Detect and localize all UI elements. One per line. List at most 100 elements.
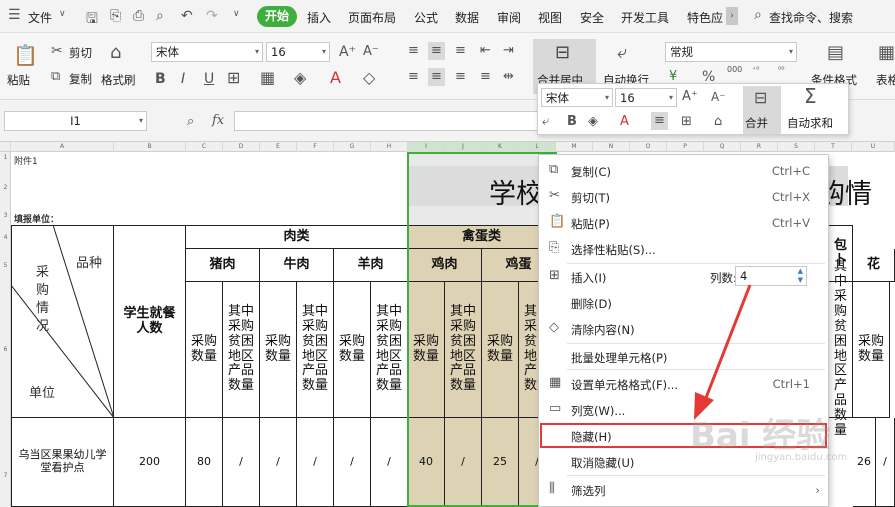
row-header[interactable]: 6 [0, 346, 11, 353]
thousands-icon[interactable]: 000 [727, 66, 742, 74]
poor-qty-header[interactable]: 其中采购贫困地区产品数量 [445, 282, 482, 418]
tabs-scroll-right-icon[interactable]: › [726, 7, 738, 25]
name-box[interactable]: I1 ▾ [4, 111, 147, 131]
col-header[interactable]: C [186, 142, 223, 152]
qty-header[interactable]: 采购数量 [186, 282, 223, 418]
chevron-down-icon[interactable]: ∨ [59, 9, 66, 19]
increase-font-icon[interactable]: A⁺ [339, 44, 356, 60]
search-command[interactable]: 查找命令、搜索 [769, 9, 853, 26]
row-header[interactable]: 2 [0, 184, 11, 191]
number-format-select[interactable]: 常规 ▾ [665, 42, 797, 62]
qty-header[interactable]: 采购数量 [853, 282, 890, 418]
tab-data[interactable]: 数据 [455, 9, 479, 26]
col-header[interactable]: A [11, 142, 114, 152]
cut-button[interactable]: 剪切 [69, 45, 92, 61]
col-header[interactable]: J [445, 142, 482, 152]
print-icon[interactable]: ⎙ [133, 8, 144, 24]
tab-home[interactable]: 开始 [257, 6, 297, 27]
col-header[interactable]: I [408, 142, 445, 152]
tab-review[interactable]: 审阅 [497, 9, 521, 26]
undo-icon[interactable]: ↶ [181, 8, 193, 24]
tab-features[interactable]: 特色应 [687, 9, 723, 26]
more-icon[interactable]: ∨ [233, 9, 240, 19]
right-qty-cell[interactable]: 26 [853, 418, 876, 507]
font-color-icon[interactable]: A [620, 114, 629, 130]
mini-bold-button[interactable]: B [567, 114, 577, 130]
file-menu[interactable]: 文件 [28, 9, 52, 26]
decrease-font-icon[interactable]: A⁻ [363, 44, 379, 60]
qty-header[interactable]: 采购数量 [260, 282, 297, 418]
col-header[interactable]: G [334, 142, 371, 152]
fx-button[interactable]: fx [212, 113, 224, 129]
col-header[interactable]: D [223, 142, 260, 152]
chicken-poor-cell[interactable]: / [445, 418, 482, 507]
students-value-cell[interactable]: 200 [114, 418, 186, 507]
font-name-select[interactable]: 宋体 ▾ [151, 42, 263, 62]
col-header[interactable]: O [630, 142, 667, 152]
align-bottom-icon[interactable]: ≡ [455, 43, 466, 59]
copy-icon[interactable]: ⧉ [51, 69, 60, 85]
menu-delete[interactable]: 删除(D) [539, 290, 828, 315]
egg-qty-cell[interactable]: 25 [482, 418, 519, 507]
redo-icon[interactable]: ↷ [206, 8, 218, 24]
save-icon[interactable]: 🖫 [86, 8, 98, 32]
row-header[interactable]: 3 [0, 212, 11, 219]
col-header[interactable]: Q [704, 142, 741, 152]
indent-decrease-icon[interactable]: ⇤ [480, 43, 491, 59]
qty-header[interactable]: 采购数量 [334, 282, 371, 418]
row-header[interactable]: 5 [0, 262, 11, 269]
pork-header[interactable]: 猪肉 [186, 249, 260, 282]
right-poor-cell[interactable]: / [876, 418, 895, 507]
menu-cut[interactable]: ✂ 剪切(T) Ctrl+X [539, 184, 828, 209]
students-header[interactable]: 学生就餐人数 [114, 225, 186, 418]
col-header[interactable]: N [593, 142, 630, 152]
italic-button[interactable]: I [181, 71, 185, 87]
poultry-header[interactable]: 禽蛋类 [408, 225, 556, 249]
tab-developer[interactable]: 开发工具 [621, 9, 669, 26]
format-icon[interactable]: ⎘ [110, 8, 121, 24]
poor-qty-header[interactable]: 其中采购贫困地区产品数量 [829, 259, 853, 438]
mutton-qty-cell[interactable]: / [334, 418, 371, 507]
align-left-icon[interactable]: ≡ [408, 69, 419, 85]
chicken-qty-cell[interactable]: 40 [408, 418, 445, 507]
col-header[interactable]: T [815, 142, 852, 152]
row-header[interactable]: 7 [0, 472, 11, 479]
menu-format-cells[interactable]: ▦ 设置单元格格式(F)... Ctrl+1 [539, 371, 828, 396]
row-header[interactable]: 4 [0, 234, 11, 241]
align-center-icon[interactable]: ≡ [651, 112, 668, 130]
col-header[interactable]: M [556, 142, 593, 152]
mini-font-select[interactable]: 宋体 ▾ [541, 88, 613, 107]
wrap-icon[interactable]: ⤶ [542, 114, 549, 130]
qty-header[interactable]: 采购数量 [482, 282, 519, 418]
underline-button[interactable]: U [204, 71, 214, 87]
col-header[interactable]: E [260, 142, 297, 152]
menu-clear-content[interactable]: ◇ 清除内容(N) [539, 316, 828, 341]
table-style-icon[interactable]: ▦ [878, 44, 895, 62]
tab-page-layout[interactable]: 页面布局 [348, 9, 396, 26]
font-color-icon[interactable]: A [330, 70, 341, 86]
beef-header[interactable]: 牛肉 [260, 249, 334, 282]
paste-button[interactable]: 粘贴 [7, 72, 30, 88]
chicken-header[interactable]: 鸡肉 [408, 249, 482, 282]
preview-icon[interactable]: ⌕ [156, 8, 164, 24]
beef-qty-cell[interactable]: / [260, 418, 297, 507]
col-header[interactable]: R [741, 142, 778, 152]
copy-button[interactable]: 复制 [69, 71, 92, 87]
col-header[interactable]: L [519, 142, 556, 152]
font-size-select[interactable]: 16 ▾ [266, 42, 330, 62]
meat-header[interactable]: 肉类 [186, 225, 408, 249]
spinner-icon[interactable]: ▲ ▼ [798, 267, 803, 285]
bold-button[interactable]: B [155, 71, 166, 87]
indent-increase-icon[interactable]: ⇥ [503, 43, 514, 59]
clear-format-icon[interactable]: ◇ [363, 70, 375, 86]
autosum-icon[interactable]: Σ [804, 86, 817, 106]
paste-icon[interactable]: 📋 [13, 45, 38, 65]
align-center-icon[interactable]: ≡ [428, 68, 445, 86]
format-painter-button[interactable]: 格式刷 [101, 72, 136, 88]
paint-icon[interactable]: ⌂ [714, 114, 722, 130]
menu-batch-process[interactable]: 批量处理单元格(P) [539, 344, 828, 369]
beef-poor-cell[interactable]: / [297, 418, 334, 507]
cut-icon[interactable]: ✂ [51, 43, 63, 59]
col-header[interactable]: F [297, 142, 334, 152]
fill-color-icon[interactable]: ◈ [588, 114, 598, 130]
